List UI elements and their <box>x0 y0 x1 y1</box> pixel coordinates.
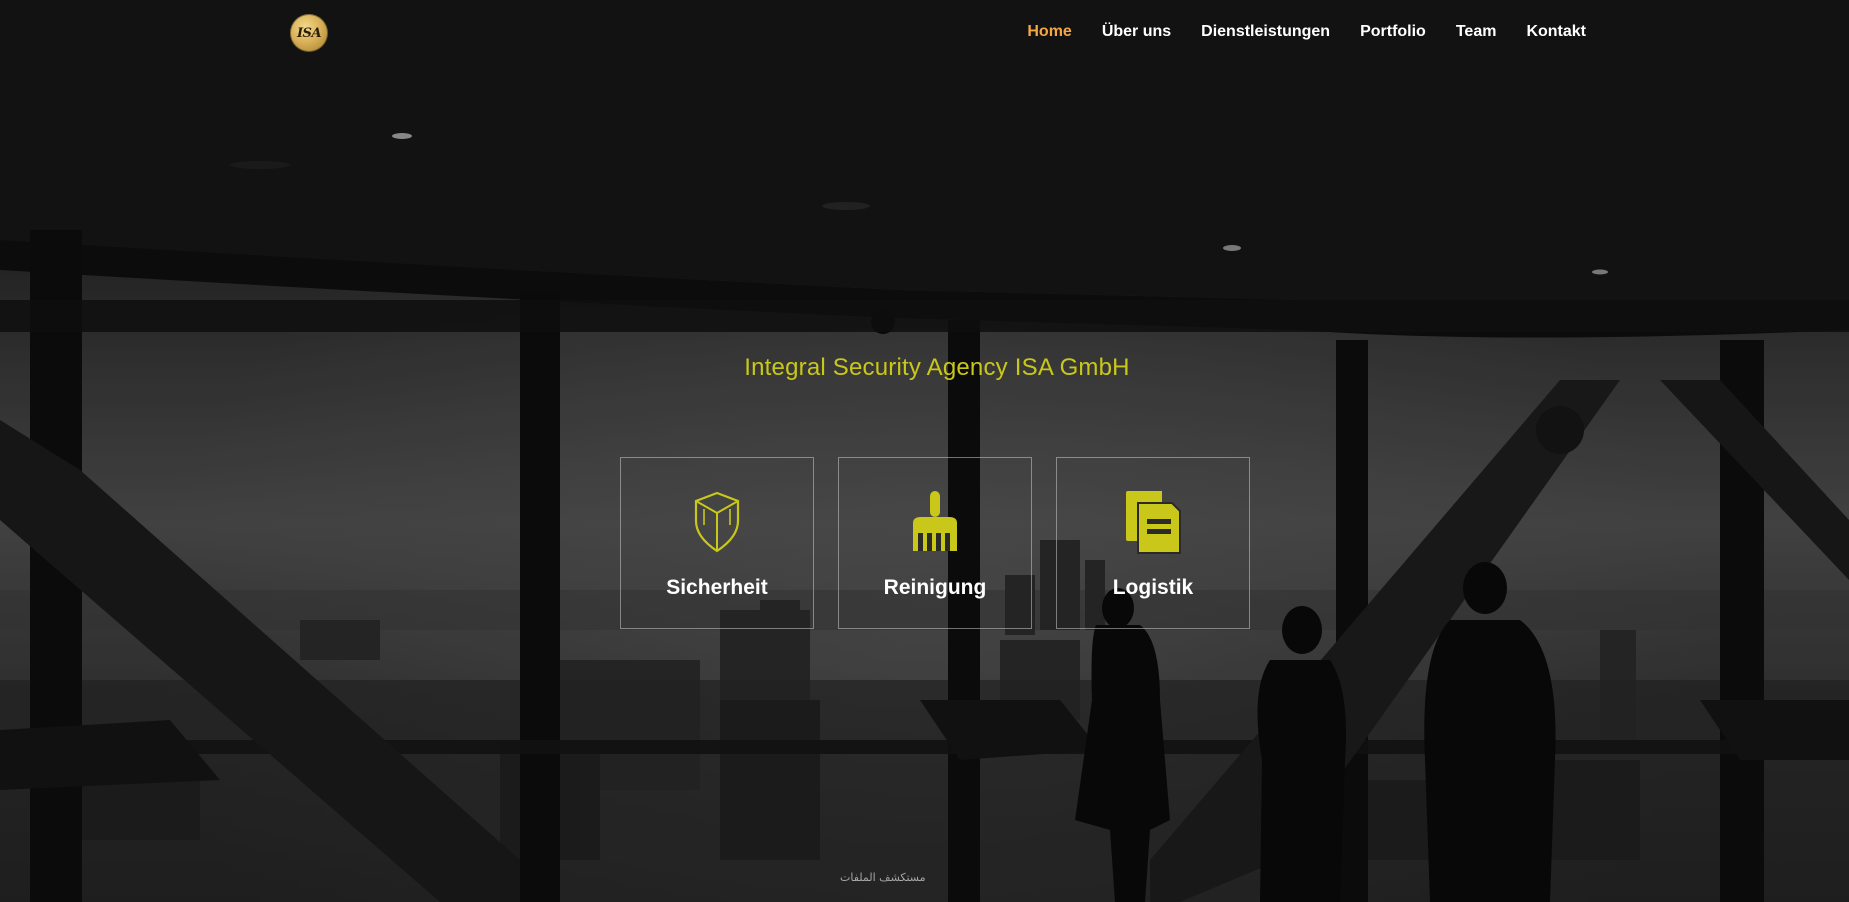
service-label-sicherheit: Sicherheit <box>666 576 768 599</box>
nav-item-contact[interactable]: Kontakt <box>1526 22 1586 42</box>
service-card-reinigung[interactable]: Reinigung <box>838 457 1032 629</box>
nav-item-home[interactable]: Home <box>1027 22 1071 42</box>
nav-item-team[interactable]: Team <box>1456 22 1497 42</box>
nav-item-portfolio[interactable]: Portfolio <box>1360 22 1426 42</box>
broom-icon <box>905 490 965 554</box>
service-cards: Sicherheit Reinigung Logistik <box>620 457 1250 629</box>
shield-icon <box>687 490 747 554</box>
top-navbar: ISA Home Über uns Dienstleistungen Portf… <box>0 0 1849 64</box>
service-label-reinigung: Reinigung <box>883 576 987 599</box>
service-card-sicherheit[interactable]: Sicherheit <box>620 457 814 629</box>
nav-item-about[interactable]: Über uns <box>1102 22 1171 42</box>
brand-logo[interactable]: ISA <box>290 14 328 52</box>
hero-section: ISA Home Über uns Dienstleistungen Portf… <box>0 0 1849 902</box>
documents-icon <box>1123 490 1183 554</box>
service-card-logistik[interactable]: Logistik <box>1056 457 1250 629</box>
logo-text: ISA <box>296 25 322 41</box>
main-nav: Home Über uns Dienstleistungen Portfolio… <box>1027 22 1586 42</box>
service-label-logistik: Logistik <box>1112 576 1194 599</box>
file-explorer-label: مستكشف الملفات <box>840 871 926 884</box>
hero-headline: Integral Security Agency ISA GmbH <box>744 354 1130 381</box>
background-photo <box>0 0 1849 902</box>
nav-item-services[interactable]: Dienstleistungen <box>1201 22 1330 42</box>
